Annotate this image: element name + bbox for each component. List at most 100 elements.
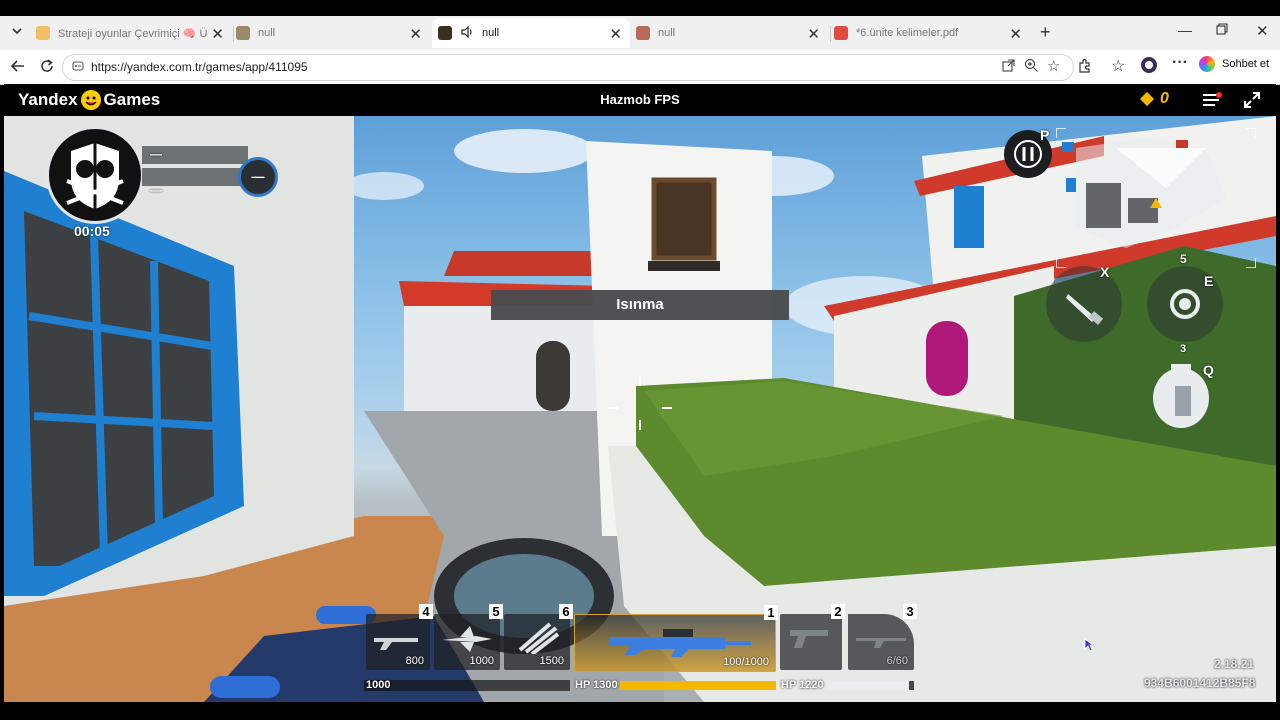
tab-title: null	[482, 27, 500, 39]
tab-divider	[233, 26, 234, 42]
slot-value: 6/60	[886, 655, 908, 667]
slot-number: 1	[764, 605, 778, 620]
pdf-file-icon	[834, 26, 848, 40]
hp-primary-track	[620, 681, 776, 690]
zoom-icon[interactable]	[1024, 58, 1039, 76]
equipment-count: 5	[1180, 252, 1187, 266]
slot-number: 5	[489, 604, 503, 619]
tab-title: null	[258, 27, 276, 39]
weapon-slot-5[interactable]: 5 1000	[434, 604, 503, 670]
weapon-slot-3[interactable]: 3 6/60	[848, 604, 917, 670]
close-window-icon[interactable]: ✕	[1256, 22, 1269, 40]
game-version: 2.18.21	[1214, 657, 1255, 671]
site-info-icon[interactable]	[71, 59, 85, 76]
team-emblem	[46, 126, 144, 224]
new-tab-plus-icon[interactable]: +	[1040, 22, 1051, 43]
reload-icon[interactable]	[39, 58, 55, 77]
slot-value: 1000	[469, 655, 494, 667]
yandex-games-header: Yandex Games Hazmob FPS 0	[4, 84, 1276, 116]
hazmob-favicon-icon	[438, 26, 452, 40]
strategy-games-favicon-icon	[36, 26, 50, 40]
game-favicon-icon	[236, 26, 250, 40]
back-arrow-icon[interactable]	[10, 58, 26, 77]
slot-number: 4	[419, 604, 433, 619]
knife-icon	[1066, 294, 1104, 325]
minimap[interactable]	[1055, 127, 1257, 269]
browser-tab-bar: Strateji oyunlar Çevrimiçi 🧠 Ücret ✕ nul…	[0, 16, 1280, 50]
ability-bar-value: 1000	[366, 679, 391, 691]
speaker-icon[interactable]	[460, 25, 474, 42]
hp-secondary-track	[826, 681, 914, 690]
skull-crossed-rifles-icon	[66, 143, 124, 209]
browser-address-bar: https://yandex.com.tr/games/app/411095 ☆…	[0, 50, 1280, 85]
maximize-window-icon[interactable]	[1216, 22, 1228, 38]
close-tab-icon[interactable]: ✕	[1009, 25, 1022, 43]
grenade-count: 3	[1180, 343, 1187, 355]
hp-primary-fill	[620, 681, 776, 690]
slot-number: 3	[903, 604, 917, 619]
game-title: Hazmob FPS	[600, 92, 680, 107]
tab-null-active[interactable]: null ✕	[432, 18, 630, 48]
weapon-slot-4[interactable]: 4 800	[366, 604, 433, 670]
close-tab-icon[interactable]: ✕	[807, 25, 820, 43]
tab-pdf[interactable]: *6.ünite kelimeler.pdf ✕	[834, 18, 1030, 48]
grenade-key-label: Q	[1203, 362, 1214, 378]
tab-title: null	[658, 27, 676, 39]
more-options-icon[interactable]: ···	[1172, 54, 1188, 72]
weapon-swap-button[interactable]	[1046, 266, 1122, 342]
tab-divider	[830, 26, 831, 42]
tab-strategy-games[interactable]: Strateji oyunlar Çevrimiçi 🧠 Ücret ✕	[36, 18, 232, 48]
menu-icon[interactable]	[1202, 92, 1222, 113]
weapon-slot-6[interactable]: 6 1500	[504, 604, 573, 670]
slot-value: 800	[405, 655, 424, 667]
url-field[interactable]: https://yandex.com.tr/games/app/411095 ☆	[62, 54, 1074, 81]
extensions-puzzle-icon[interactable]	[1077, 58, 1093, 77]
pause-key-label: P	[1040, 127, 1050, 143]
pistol-icon	[790, 630, 828, 648]
coin-diamond-icon	[1139, 91, 1155, 107]
top-black-border	[0, 0, 1280, 16]
slot-value: 1500	[539, 655, 564, 667]
copilot-label: Sohbet et	[1222, 58, 1270, 70]
game-viewport[interactable]: 00:05 — — — Isınma P X 5 E 3 Q 4 800 5 1…	[4, 116, 1276, 702]
weapon-slot-1-selected[interactable]: 1 100/1000	[574, 605, 778, 672]
warmup-banner: Isınma	[491, 290, 789, 320]
browser-essentials-icon[interactable]	[1140, 56, 1158, 77]
game-favicon-icon	[636, 26, 650, 40]
weapon-swap-key-label: X	[1100, 264, 1110, 280]
favorite-star-icon[interactable]: ☆	[1047, 57, 1060, 75]
close-tab-icon[interactable]: ✕	[211, 25, 224, 43]
team-score-top: —	[150, 147, 162, 161]
open-in-app-icon[interactable]	[1001, 59, 1015, 76]
missiles-icon	[518, 622, 560, 654]
fullscreen-icon[interactable]	[1244, 92, 1260, 113]
bottom-black-border	[0, 702, 1280, 720]
coins-value: 0	[1160, 90, 1169, 107]
tab-null-1[interactable]: null ✕	[236, 18, 430, 48]
slot-number: 2	[831, 604, 845, 619]
tab-title: Strateji oyunlar Çevrimiçi 🧠 Ücret	[58, 27, 208, 40]
shotgun-icon	[374, 638, 418, 650]
copilot-chat-button[interactable]: Sohbet et	[1199, 56, 1269, 72]
minimize-window-icon[interactable]: —	[1178, 22, 1192, 38]
round-timer: 00:05	[74, 223, 110, 239]
team-score-bottom: —	[150, 183, 162, 197]
jet-icon	[442, 626, 492, 652]
session-id: 934B6001412B85F8	[1144, 676, 1256, 690]
favorites-list-icon[interactable]: ☆	[1111, 56, 1125, 76]
sniper-rifle-icon	[856, 638, 906, 648]
close-tab-icon[interactable]: ✕	[409, 25, 422, 43]
weapon-slot-2[interactable]: 2	[780, 604, 845, 670]
slot-number: 6	[559, 604, 573, 619]
hp-secondary-label: HP 1220	[781, 679, 824, 691]
tab-title: *6.ünite kelimeler.pdf	[856, 27, 959, 39]
tab-null-2[interactable]: null ✕	[632, 18, 828, 48]
coins-counter[interactable]: 0	[1139, 90, 1169, 108]
hp-primary-label: HP 1300	[575, 679, 618, 691]
ability-bar	[364, 680, 570, 691]
mouse-cursor-icon	[1084, 638, 1095, 657]
score-badge: —	[238, 157, 278, 197]
close-tab-icon[interactable]: ✕	[609, 25, 622, 43]
tab-list-chevron-icon[interactable]	[10, 24, 24, 41]
assault-rifle-icon	[609, 629, 751, 657]
